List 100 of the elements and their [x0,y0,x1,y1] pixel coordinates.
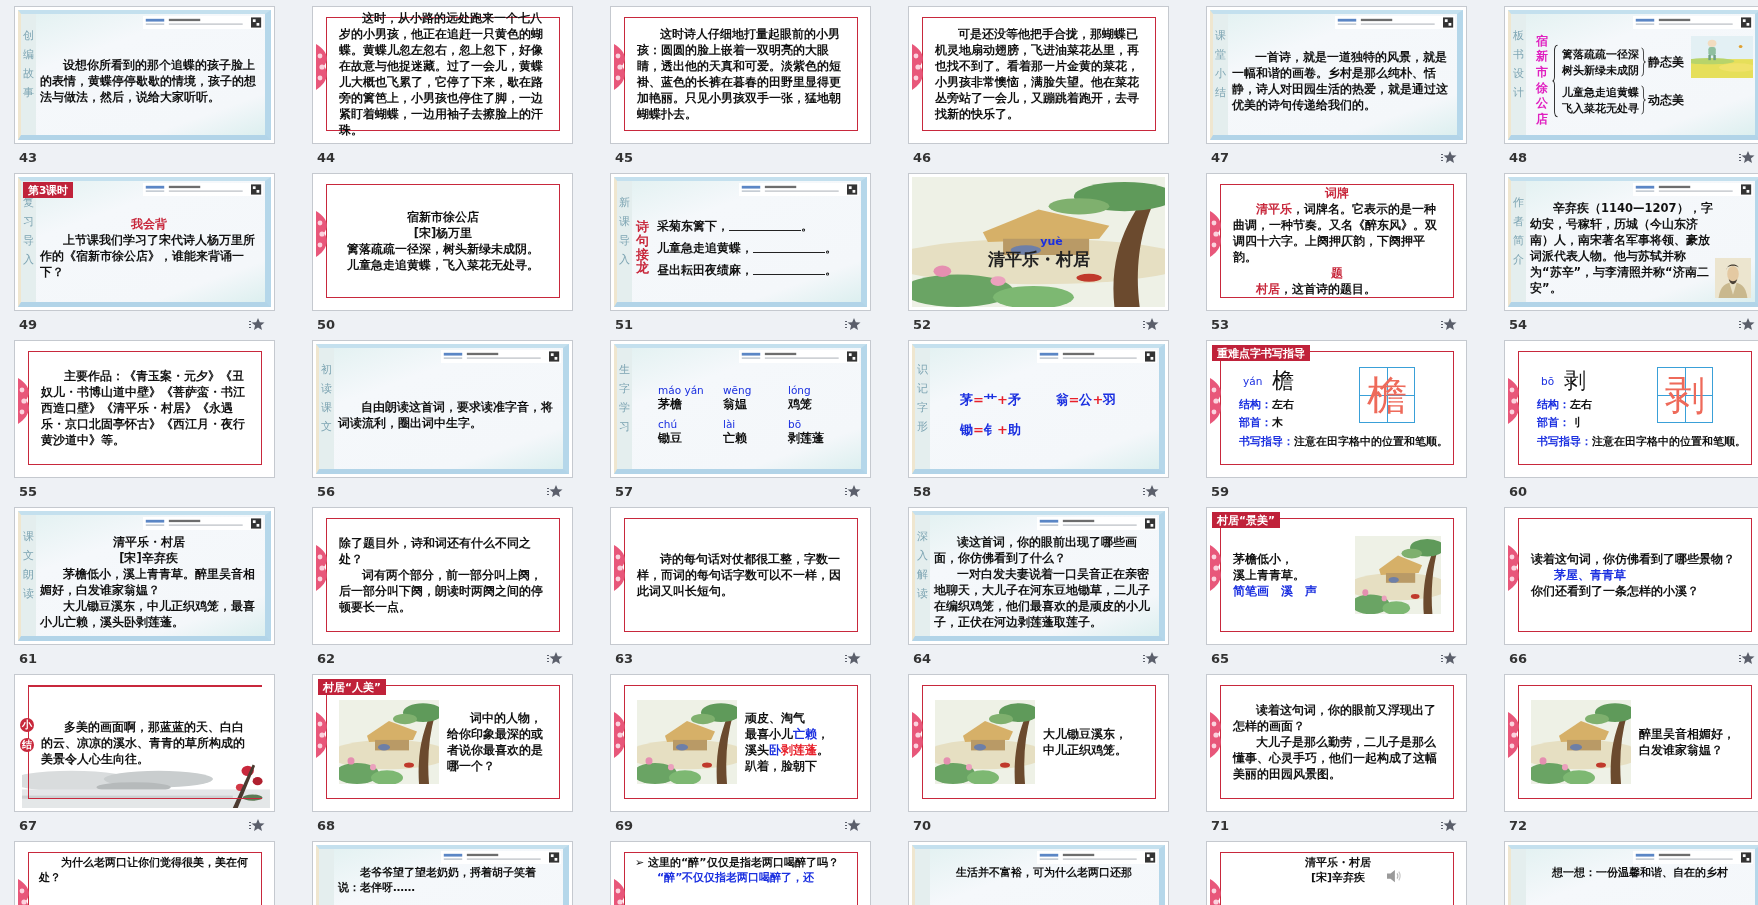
slide-thumbnail[interactable]: 除了题目外，诗和词还有什么不同之处？ 词有两个部分，前一部分叫上阕，后一部分叫下阕，朗读时两阕之间的停顿要长一点。 [312,507,573,645]
slide-text: 一对白发夫妻说着一口吴音正在亲密地聊天，大儿子在河东豆地锄草，二儿子在编织鸡笼，他们最喜欢的是顽皮的小儿子，正伏在河边剥莲蓬取莲子。 [934,565,1151,630]
slide-text: 生活并不富裕，可为什么老两口还那 [955,865,1133,880]
slide-text: 读这首词，你的眼前出现了哪些画面，你仿佛看到了什么？ [934,533,1138,566]
slide-text: 想一想：一份温馨和谐、自在的乡村 [1551,865,1729,880]
slide-thumbnail[interactable]: 课堂小结 一首诗，就是一道独特的风景，就是一幅和谐的画卷。乡村是那么纯朴、恬静，诗人对田园生活的热爱，就是通过这优美的诗句传递给我们的。 [1206,6,1467,144]
section-tag: 第3课时 [23,182,74,198]
slide-thumbnail[interactable]: 识记字形 茅=艹+矛 翁=公+羽 锄=钅+助 [908,340,1169,478]
slide-thumbnail[interactable]: 这时诗人仔细地打量起眼前的小男孩：圆圆的脸上嵌着一双明亮的大眼睛，透出他的天真和可爱。淡紫色的短褂、蓝色的长裤在暮春的田野里显得更加艳丽。只见小男孩双手一张，猛地朝蝴蝶扑去。 [610,6,871,144]
slide-text: 。 [800,217,813,235]
slide-number: 55 [19,483,38,499]
slide-text: 清平乐，词牌名。它表示的是一种曲调，一种节奏。又名《醉东风》。双调四十六字。上阕押仄韵，下阕押平韵。 [1233,201,1438,265]
slide-text: 大儿锄豆溪东，中儿正织鸡笼，最喜小儿亡赖，溪头卧剥莲蓬。 [40,597,256,630]
slide-thumbnail[interactable]: 生活并不富裕，可为什么老两口还那 [908,841,1169,905]
slide-text: 清平乐・村居 [1305,855,1371,870]
slide-thumbnail[interactable]: 多美的画面啊，那蓝蓝的天、白白的云、凉凉的溪水、青青的草所构成的美景令人心生向往。 小 结 [14,674,275,812]
floral-ornament-icon [1210,712,1222,758]
word-text: 剥莲蓬 [788,429,824,446]
slide-thumbnail[interactable]: 深入解读 读这首词，你的眼前出现了哪些画面，你仿佛看到了什么？ 一对白发夫妻说着一口吴音正在亲密地聊天，大儿子在河东豆地锄草，二儿子在编织鸡笼，他们最喜欢的是顽皮的小儿子，正伏在河边剥莲蓬取莲子。 [908,507,1169,645]
slide-text: 简笔画 溪 声 [1233,583,1318,599]
slide-text: 茅檐低小， [1233,551,1294,567]
char-info: 部首：木 [1239,415,1284,431]
pinyin-text: chú [658,417,678,430]
slide-thumbnail[interactable]: 读着这句词，你的眼前又浮现出了怎样的画面？ 大儿子是那么勤劳，二儿子是那么懂事、心灵手巧，他们一起构成了这幅美丽的田园风景图。 [1206,674,1467,812]
slide-thumbnail[interactable]: yuè 清平乐・村居 [908,173,1169,311]
pinyin-text: bō [1541,375,1555,387]
slide-text: 。 [824,239,837,257]
slide-thumbnail[interactable]: 课文朗读 清平乐・村居 [宋]辛弃疾 茅檐低小，溪上青青草。醉里吴音相媚好，白发谁家翁媪？ 大儿锄豆溪东，中儿正织鸡笼，最喜小儿亡赖，溪头卧剥莲蓬。 [14,507,275,645]
slide-thumbnail[interactable]: 生字学习 máo yán 茅檐 wēng 翁媪 lóng 鸡笼 chú 锄豆 lài 亡赖 bō 剥莲蓬 [610,340,871,478]
pinyin-text: lóng [788,383,811,396]
char-info: 部首：刂 [1537,415,1582,431]
slide-text: 茅檐低小，溪上青青草。醉里吴音相媚好，白发谁家翁媪？ [40,565,256,598]
side-label: 板书设计 [1513,28,1524,101]
side-label: 生字学习 [619,362,630,435]
slide-text: ➢ 这里的“醉”仅仅是指老两口喝醉了吗？ [635,855,840,870]
char-info: 结构：左右 [1537,397,1592,413]
slide-thumbnail[interactable]: 词牌 清平乐，词牌名。它表示的是一种曲调，一种节奏。又名《醉东风》。双调四十六字。上阕押仄韵，下阕押平韵。 题 村居，这首诗的题目。 [1206,173,1467,311]
floral-ornament-icon [1508,378,1520,424]
floral-ornament-icon [614,44,626,90]
slide-number: 72 [1509,817,1528,833]
slide-thumbnail[interactable]: 为什么老两口让你们觉得很美，美在何处？ [14,841,275,905]
side-label: 创编故事 [23,28,34,101]
word-text: 锄豆 [658,429,682,446]
word-text: 鸡笼 [788,396,812,412]
slide-number: 61 [19,650,38,666]
side-label: 初读课文 [321,362,332,435]
slide-thumbnail[interactable]: 醉里吴音相媚好， 白发谁家翁媪？ [1504,674,1758,812]
slide-thumbnail[interactable]: 初读课文 自由朗读这首词，要求读准字音，将词读流利，圈出词中生字。 [312,340,573,478]
floral-ornament-icon [1210,211,1222,257]
floral-ornament-icon [1210,545,1222,591]
slide-thumbnail[interactable]: 宿新市徐公店 [宋]杨万里 篱落疏疏一径深，树头新绿未成阴。 儿童急走追黄蝶，飞入菜花无处寻。 [312,173,573,311]
slide-thumbnail[interactable]: 村居“景美” 茅檐低小， 溪上青青草。 简笔画 溪 声 [1206,507,1467,645]
char-info: 结构：左右 [1239,397,1295,413]
slide-number: 64 [913,650,932,666]
slide-text: 醉里吴音相媚好， [1639,726,1736,742]
slide-number: 45 [615,149,634,165]
slide-number: 67 [19,817,38,833]
slide-thumbnail[interactable]: 第3课时 复习导入 我会背 上节课我们学习了宋代诗人杨万里所作的《宿新市徐公店》，谁能来背诵一下？ [14,173,275,311]
slide-title: 清平乐・村居 [987,248,1090,270]
slide-number: 51 [615,316,634,332]
slide-thumbnail[interactable]: 顽皮、淘气 最喜小儿亡赖， 溪头卧剥莲蓬。 趴着，脸朝下 [610,674,871,812]
slide-text: [宋]杨万里 [413,225,473,241]
slide-text: 篱落疏疏一径深，树头新绿未成阴。 [347,241,539,257]
slide-thumbnail[interactable]: 可是还没等他把手合拢，那蝴蝶已机灵地扇动翅膀，飞进油菜花丛里，再也找不到了。看着那一片金黄的菜花，小男孩非常懊恼，满脸失望。他在菜花丛旁站了一会儿，又蹦跳着跑开，去寻找新的快乐了。 [908,6,1169,144]
slide-thumbnail[interactable]: 作者简介 辛弃疾（1140—1207），字幼安，号稼轩，历城（今山东济南）人，南宋著名军事将领、豪放词派代表人物。他与苏轼并称为“苏辛”，与李清照并称“济南二安”。 [1504,173,1758,311]
slide-text: 上节课我们学习了宋代诗人杨万里所作的《宿新市徐公店》，谁能来背诵一下？ [40,231,256,280]
brace-icon [1641,84,1646,115]
slide-number: 58 [913,483,932,499]
slide-thumbnail[interactable]: ➢ 这里的“醉”仅仅是指老两口喝醉了吗？ “醉”不仅仅指老两口喝醉了，还 [610,841,871,905]
slide-thumbnail[interactable]: 老爷爷望了望老奶奶，捋着胡子笑着说：老伴呀…… [312,841,573,905]
summary-badge: 结 [20,738,34,752]
slide-text: 多美的画面啊，那蓝蓝的天、白白的云、凉凉的溪水、青青的草所构成的美景令人心生向往。 [41,718,246,767]
slide-number: 66 [1509,650,1528,666]
slide-thumbnail[interactable]: 想一想：一份温馨和谐、自在的乡村 [1504,841,1758,905]
slide-text: 清平乐・村居 [112,533,185,550]
floral-ornament-icon [1508,545,1520,591]
floral-ornament-icon [316,44,328,90]
pinyin-text: yán [1243,375,1263,387]
section-tag: 村居“景美” [1212,512,1280,528]
formula-text: 锄=钅+助 [960,421,1022,438]
character-text: 剥 [1564,367,1587,395]
slide-text: 采菊东篱下， [656,217,729,235]
slide-thumbnail[interactable]: 读着这句词，你仿佛看到了哪些景物？ 茅屋、青青草 你们还看到了一条怎样的小溪？ [1504,507,1758,645]
slide-thumbnail[interactable]: 诗的每句话对仗都很工整，字数一样，而词的每句话字数可以不一样，因此词又叫长短句。 [610,507,871,645]
floral-ornament-icon [316,712,328,758]
slide-text: 词中的人物，给你印象最深的或者说你最喜欢的是哪一个？ [447,710,544,774]
slide-text: 昼出耘田夜绩麻， [656,261,753,279]
side-label: 作者简介 [1513,195,1524,268]
side-label: 深入解读 [917,529,928,602]
slide-text: 最喜小儿亡赖， [745,726,830,742]
slide-thumbnail[interactable]: 大儿锄豆溪东， 中儿正织鸡笼。 [908,674,1169,812]
floral-ornament-icon [316,545,328,591]
slide-text: 诗的每句话对仗都很工整，字数一样，而词的每句话字数可以不一样，因此词又叫长短句。 [637,551,842,599]
side-label: 课堂小结 [1215,28,1226,101]
formula-text: 翁=公+羽 [1055,391,1118,408]
slide-thumbnail[interactable]: 村居“人美” 词中的人物，给你印象最深的或者说你最喜欢的是哪一个？ [312,674,573,812]
slide-thumbnail[interactable]: 清平乐・村居 [宋]辛弃疾 [1206,841,1467,905]
slide-number: 65 [1211,650,1230,666]
slide-thumbnail[interactable]: 主要作品：《青玉案・元夕》《丑奴儿・书博山道中壁》《菩萨蛮・书江西造口壁》《清平乐・村居》《永遇乐・京口北固亭怀古》《西江月・夜行黄沙道中》等。 [14,340,275,478]
slide-text: 大儿锄豆溪东， [1043,726,1128,742]
